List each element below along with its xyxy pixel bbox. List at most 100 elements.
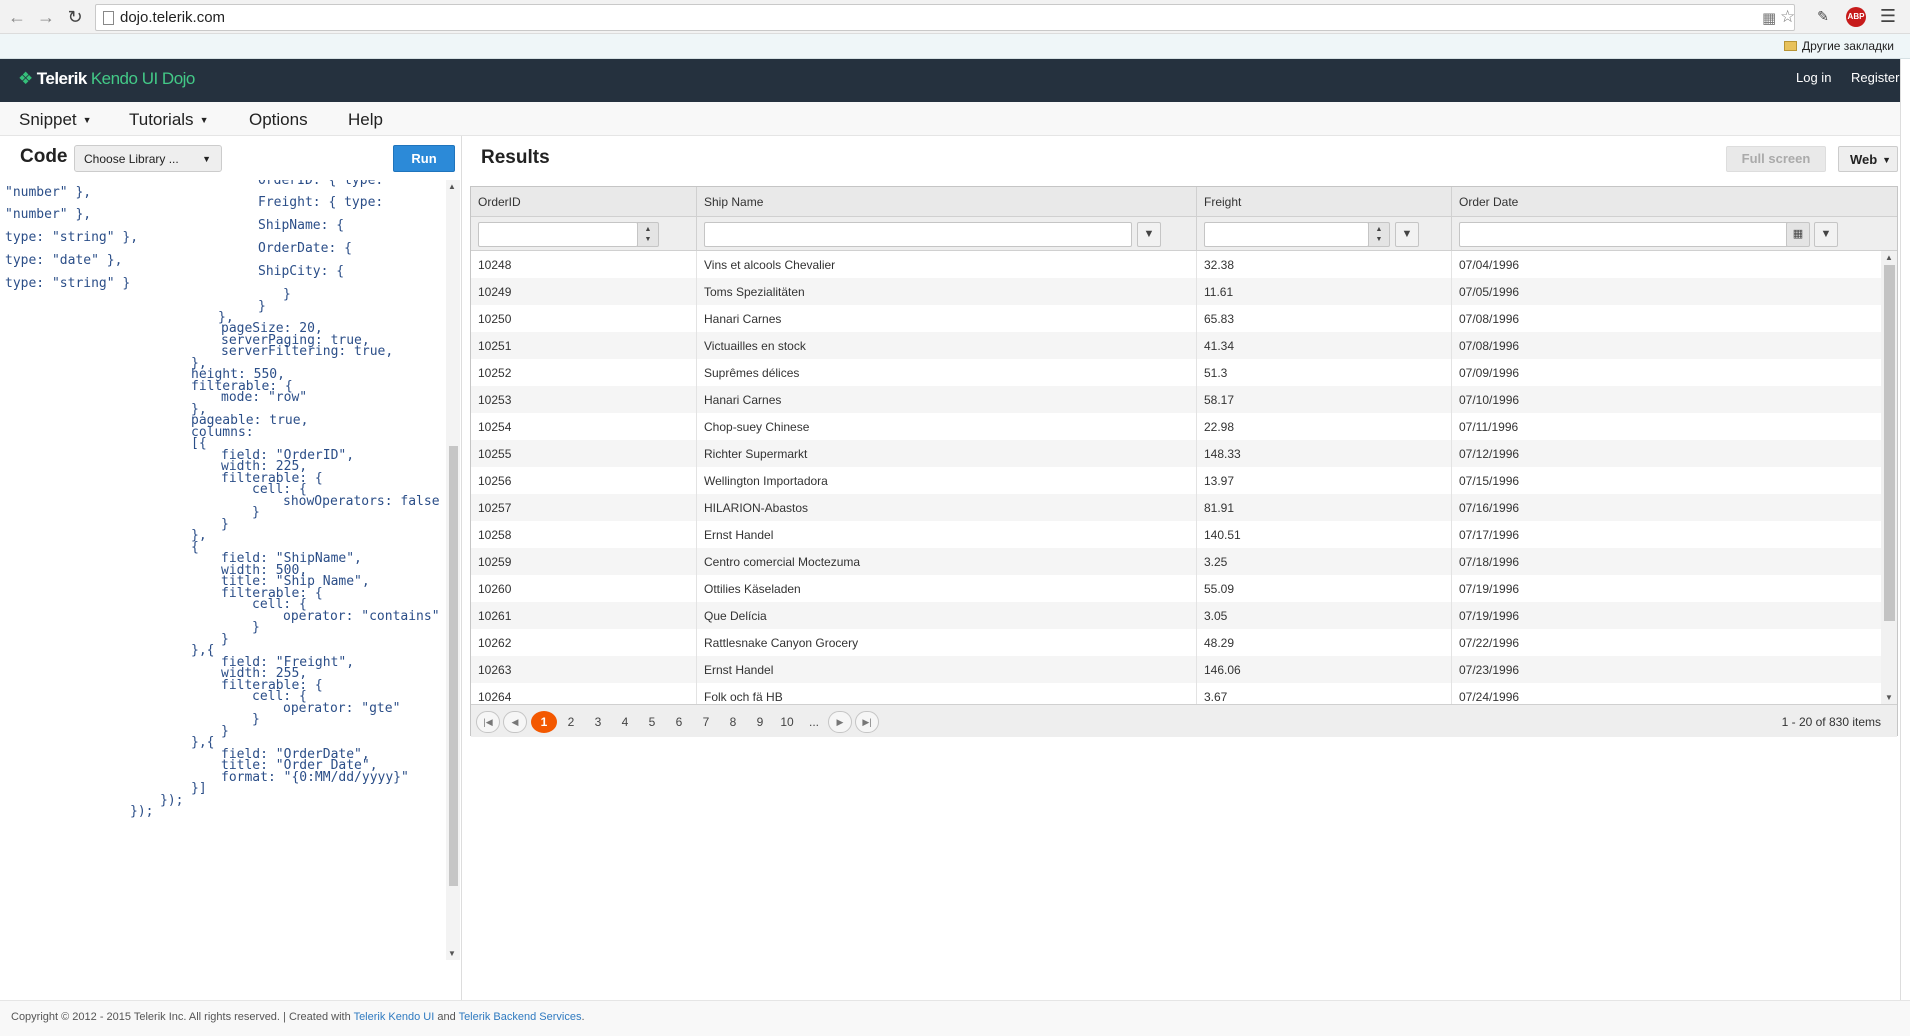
menu-options[interactable]: Options — [249, 110, 308, 130]
table-row[interactable]: 10262 Rattlesnake Canyon Grocery 48.29 07/2… — [471, 629, 1881, 656]
table-row[interactable]: 10253 Hanari Carnes 58.17 07/10/1996 — [471, 386, 1881, 413]
menu-snippet[interactable]: Snippet ▼ — [19, 110, 92, 130]
grid-scroll-thumb[interactable] — [1884, 265, 1895, 621]
table-cell: 10251 — [478, 339, 512, 353]
code-line: ShipCity: { — [258, 264, 345, 279]
table-row[interactable]: 10263 Ernst Handel 146.06 07/23/1996 — [471, 656, 1881, 683]
filter-cell-freight: ▲ ▼ ▼ — [1196, 217, 1451, 251]
footer-link-backend[interactable]: Telerik Backend Services — [459, 1011, 582, 1023]
scroll-up-icon[interactable]: ▲ — [448, 182, 456, 191]
translate-icon[interactable]: ▦ — [1762, 9, 1776, 27]
filter-row: ▲ ▼ ▼ ▲ ▼ ▼ ▦ ▼ — [471, 217, 1897, 251]
table-cell: 65.83 — [1196, 305, 1451, 332]
back-icon[interactable]: ← — [6, 6, 28, 28]
footer-and: and — [437, 1011, 456, 1023]
fullscreen-button[interactable]: Full screen — [1726, 146, 1826, 172]
code-scrollbar[interactable]: ▲ ▼ — [446, 180, 460, 960]
forward-icon[interactable]: → — [35, 6, 57, 28]
address-bar[interactable]: dojo.telerik.com ▦ ☆ — [95, 4, 1795, 31]
table-row[interactable]: 10261 Que Delícia 3.05 07/19/1996 — [471, 602, 1881, 629]
numeric-spinner-icon[interactable]: ▲ ▼ — [1368, 222, 1390, 247]
adblock-icon[interactable]: ABP — [1846, 7, 1866, 27]
bookmarks-folder[interactable]: Другие закладки — [1784, 39, 1894, 53]
filter-icon[interactable]: ▼ — [1814, 222, 1838, 247]
page-number[interactable]: ... — [801, 711, 827, 733]
reload-icon[interactable]: ↻ — [64, 6, 86, 28]
table-cell: 10258 — [478, 528, 512, 542]
scroll-down-icon[interactable]: ▼ — [448, 949, 456, 958]
table-row[interactable]: 10248 Vins et alcools Chevalier 32.38 07/04… — [471, 251, 1881, 278]
first-page-icon[interactable]: |◀ — [476, 711, 500, 733]
page-number[interactable]: 7 — [693, 711, 719, 733]
code-scroll-thumb[interactable] — [449, 446, 458, 886]
page-number[interactable]: 5 — [639, 711, 665, 733]
menu-help[interactable]: Help — [348, 110, 383, 130]
code-editor[interactable]: "number" }, OrderID: { type: Freight: { ty… — [0, 180, 446, 960]
column-header-orderdate[interactable]: Order Date — [1451, 187, 1881, 217]
library-select[interactable]: Choose Library ... ▼ — [74, 145, 222, 172]
table-row[interactable]: 10258 Ernst Handel 140.51 07/17/1996 — [471, 521, 1881, 548]
next-page-icon[interactable]: ▶ — [828, 711, 852, 733]
code-line: OrderID: { type: — [258, 180, 384, 188]
menu-help-label: Help — [348, 110, 383, 129]
page-number[interactable]: 10 — [774, 711, 800, 733]
table-row[interactable]: 10249 Toms Spezialitäten 11.61 07/05/1996 — [471, 278, 1881, 305]
table-cell: 10253 — [478, 393, 512, 407]
page-number[interactable]: 2 — [558, 711, 584, 733]
column-header-freight[interactable]: Freight — [1196, 187, 1451, 217]
prev-page-icon[interactable]: ◀ — [503, 711, 527, 733]
table-row[interactable]: 10255 Richter Supermarkt 148.33 07/12/1996 — [471, 440, 1881, 467]
table-row[interactable]: 10251 Victuailles en stock 41.34 07/08/1996 — [471, 332, 1881, 359]
bookmarks-folder-label: Другие закладки — [1802, 39, 1894, 53]
table-row[interactable]: 10256 Wellington Importadora 13.97 07/15/19… — [471, 467, 1881, 494]
extension-icon[interactable]: ✎ — [1813, 6, 1833, 26]
code-line: Freight: { type: — [258, 195, 384, 210]
shipname-filter-input[interactable] — [704, 222, 1132, 247]
footer-link-kendo[interactable]: Telerik Kendo UI — [354, 1011, 435, 1023]
menu-tutorials[interactable]: Tutorials ▼ — [129, 110, 208, 130]
filter-icon[interactable]: ▼ — [1137, 222, 1161, 247]
scroll-down-icon[interactable]: ▼ — [1885, 693, 1893, 702]
column-header-orderid[interactable]: OrderID — [471, 187, 696, 217]
page-number[interactable]: 3 — [585, 711, 611, 733]
grid-scrollbar[interactable]: ▲ ▼ — [1881, 251, 1897, 704]
orderid-filter-input[interactable] — [478, 222, 638, 247]
table-cell: 10248 — [478, 258, 512, 272]
run-button[interactable]: Run — [393, 145, 455, 172]
page-number[interactable]: 6 — [666, 711, 692, 733]
table-cell: 10252 — [478, 366, 512, 380]
star-icon[interactable]: ☆ — [1780, 7, 1795, 27]
freight-filter-input[interactable] — [1204, 222, 1369, 247]
page-number[interactable]: 4 — [612, 711, 638, 733]
table-cell: 07/04/1996 — [1451, 251, 1881, 278]
code-line: } — [221, 724, 229, 739]
table-row[interactable]: 10252 Suprêmes délices 51.3 07/09/1996 — [471, 359, 1881, 386]
table-row[interactable]: 10257 HILARION-Abastos 81.91 07/16/1996 — [471, 494, 1881, 521]
table-row[interactable]: 10264 Folk och fä HB 3.67 07/24/1996 — [471, 683, 1881, 704]
page-number[interactable]: 1 — [531, 711, 557, 733]
page-number[interactable]: 8 — [720, 711, 746, 733]
view-select[interactable]: Web ▼ — [1838, 146, 1898, 172]
login-link[interactable]: Log in — [1796, 70, 1831, 85]
numeric-spinner-icon[interactable]: ▲ ▼ — [637, 222, 659, 247]
code-line: operator: "contains" — [283, 609, 440, 624]
last-page-icon[interactable]: ▶| — [855, 711, 879, 733]
table-row[interactable]: 10254 Chop-suey Chinese 22.98 07/11/1996 — [471, 413, 1881, 440]
table-cell: Vins et alcools Chevalier — [696, 251, 1196, 278]
table-row[interactable]: 10259 Centro comercial Moctezuma 3.25 07/18… — [471, 548, 1881, 575]
table-row[interactable]: 10260 Ottilies Käseladen 55.09 07/19/1996 — [471, 575, 1881, 602]
orderdate-filter-input[interactable] — [1459, 222, 1789, 247]
logo[interactable]: ❖ Telerik Kendo UI Dojo — [18, 69, 195, 89]
column-header-shipname[interactable]: Ship Name — [696, 187, 1196, 217]
table-row[interactable]: 10250 Hanari Carnes 65.83 07/08/1996 — [471, 305, 1881, 332]
calendar-icon[interactable]: ▦ — [1786, 222, 1810, 247]
page-number[interactable]: 9 — [747, 711, 773, 733]
hamburger-menu-icon[interactable]: ☰ — [1878, 6, 1898, 26]
table-cell: 07/08/1996 — [1451, 305, 1881, 332]
register-link[interactable]: Register — [1851, 70, 1899, 85]
code-line: type: "string" } — [5, 276, 131, 291]
url-text[interactable]: dojo.telerik.com — [120, 9, 225, 26]
code-line: } — [221, 632, 229, 647]
filter-icon[interactable]: ▼ — [1395, 222, 1419, 247]
scroll-up-icon[interactable]: ▲ — [1885, 253, 1893, 262]
